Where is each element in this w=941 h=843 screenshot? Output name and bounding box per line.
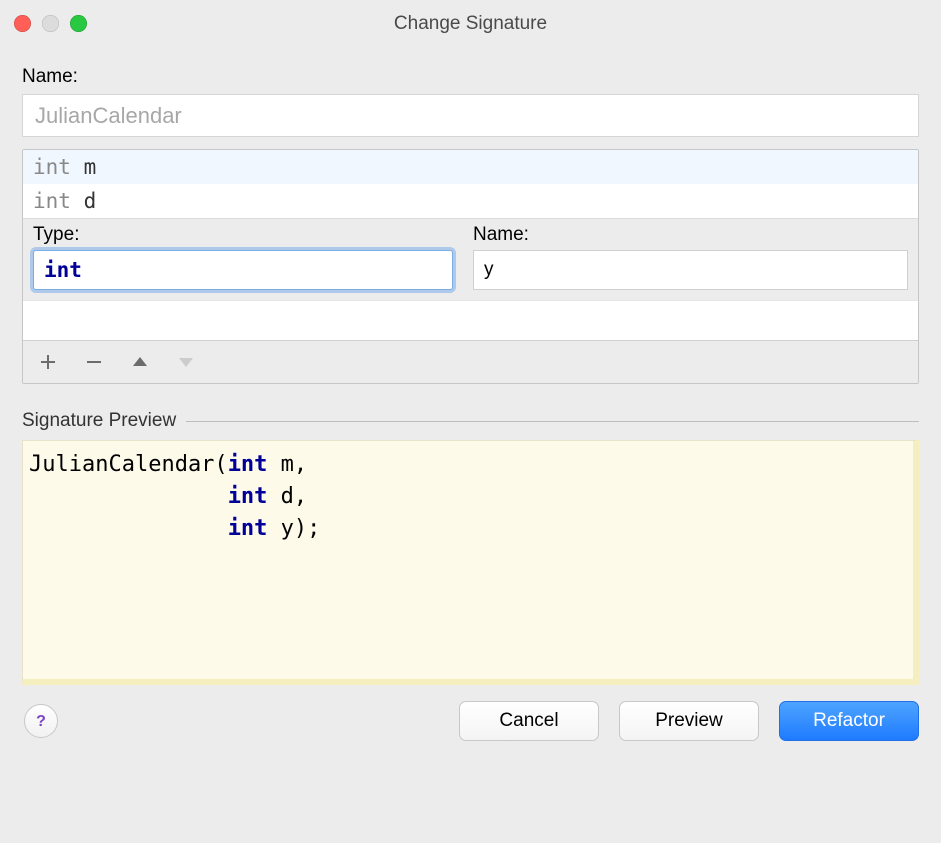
arrow-up-icon (131, 353, 149, 371)
plus-icon (39, 353, 57, 371)
param-name: m (84, 155, 97, 179)
signature-preview-title: Signature Preview (22, 410, 176, 432)
param-type: int (33, 189, 71, 213)
parameter-toolbar (23, 340, 918, 383)
minus-icon (85, 353, 103, 371)
move-up-button[interactable] (129, 351, 151, 373)
parameter-list[interactable]: int m int d (23, 150, 918, 218)
minimize-icon (42, 15, 59, 32)
add-button[interactable] (37, 351, 59, 373)
param-name-label: Name: (473, 219, 908, 250)
svg-text:?: ? (36, 713, 46, 730)
parameters-panel: int m int d Type: Name: (22, 149, 919, 384)
remove-button[interactable] (83, 351, 105, 373)
parameter-row[interactable]: int m (23, 150, 918, 184)
titlebar: Change Signature (0, 0, 941, 48)
arrow-down-icon (177, 353, 195, 371)
help-icon: ? (32, 712, 50, 730)
parameter-editor: Type: Name: (23, 218, 918, 290)
divider (186, 421, 919, 422)
type-label: Type: (33, 219, 453, 250)
refactor-button[interactable]: Refactor (779, 701, 919, 741)
name-input[interactable] (22, 94, 919, 137)
window-controls (14, 15, 87, 32)
cancel-button[interactable]: Cancel (459, 701, 599, 741)
close-icon[interactable] (14, 15, 31, 32)
parameter-row[interactable]: int d (23, 184, 918, 218)
window-title: Change Signature (394, 13, 547, 35)
param-name: d (84, 189, 97, 213)
signature-preview-header: Signature Preview (22, 410, 919, 432)
zoom-icon[interactable] (70, 15, 87, 32)
signature-preview: JulianCalendar(int m, int d, int y); (22, 440, 919, 685)
parameter-list-empty-area[interactable] (23, 300, 918, 340)
type-input[interactable] (33, 250, 453, 290)
help-button[interactable]: ? (24, 704, 58, 738)
preview-button[interactable]: Preview (619, 701, 759, 741)
button-bar: ? Cancel Preview Refactor (22, 701, 919, 741)
name-label: Name: (22, 66, 919, 88)
param-name-input[interactable] (473, 250, 908, 290)
param-type: int (33, 155, 71, 179)
move-down-button (175, 351, 197, 373)
